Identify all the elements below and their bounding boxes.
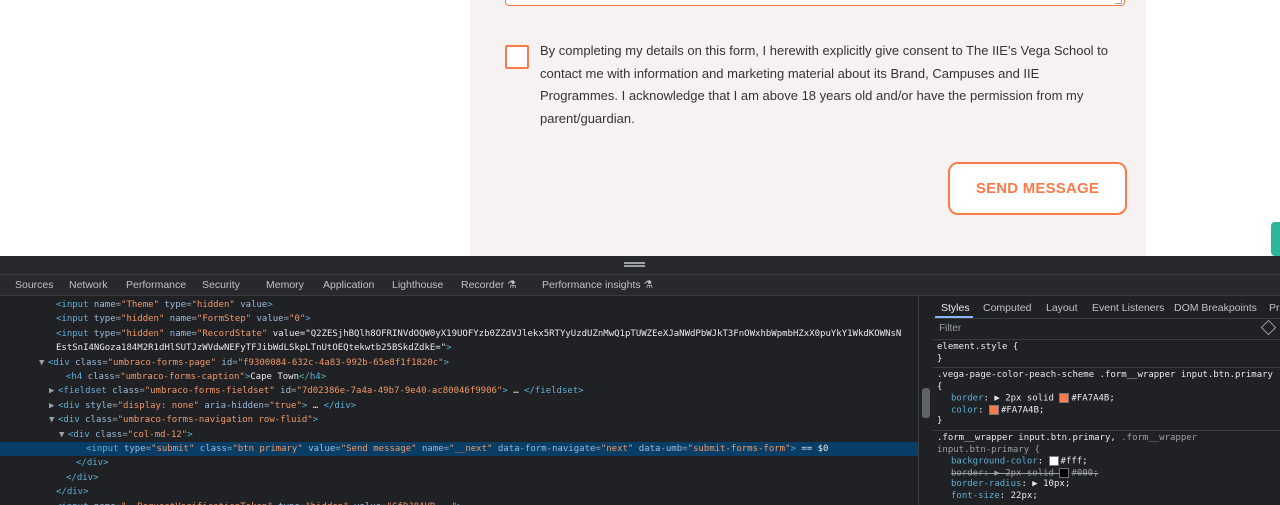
tab-security[interactable]: Security bbox=[202, 279, 240, 291]
elements-tree: <input name="Theme" type="hidden" value>… bbox=[0, 296, 918, 505]
drag-handle-icon[interactable] bbox=[624, 262, 645, 267]
message-textarea[interactable] bbox=[505, 0, 1125, 6]
tab-recorder[interactable]: Recorder ⚗ bbox=[461, 279, 517, 291]
dom-node-selected[interactable]: <input type="submit" class="btn primary"… bbox=[0, 442, 918, 457]
tab-properties[interactable]: Pro bbox=[1269, 302, 1280, 314]
dom-node[interactable]: ▼ <div class="umbraco-forms-navigation ro… bbox=[0, 413, 918, 427]
tab-sources[interactable]: Sources bbox=[15, 279, 54, 291]
rule-close: } bbox=[937, 416, 943, 426]
dom-node[interactable]: </div> bbox=[0, 456, 918, 470]
dom-node[interactable]: </div> bbox=[0, 471, 918, 485]
dom-node[interactable]: <input type="hidden" name="FormStep" val… bbox=[0, 312, 918, 326]
tab-performance-insights[interactable]: Performance insights ⚗ bbox=[542, 279, 653, 291]
styles-filter[interactable]: Filter bbox=[933, 319, 1280, 340]
color-swatch-icon[interactable] bbox=[1059, 467, 1070, 478]
side-feedback-tab[interactable] bbox=[1271, 222, 1280, 256]
rule2-radius-value: 10px bbox=[1043, 479, 1065, 489]
flask-icon: ⚗ bbox=[507, 279, 517, 291]
dom-node[interactable]: ▶ <fieldset class="umbraco-forms-fieldset… bbox=[0, 384, 918, 398]
tab-styles[interactable]: Styles bbox=[941, 302, 970, 314]
dom-node[interactable]: <input name="Theme" type="hidden" value> bbox=[0, 298, 918, 312]
rule2-bg-value: #fff bbox=[1060, 456, 1083, 467]
dom-node[interactable]: <input name="__RequestVerificationToken"… bbox=[0, 500, 918, 505]
color-swatch-icon[interactable] bbox=[988, 404, 999, 415]
styles-pane: Styles Computed Layout Event Listeners D… bbox=[933, 296, 1280, 505]
rule2-border-value: 2px solid bbox=[1005, 468, 1054, 478]
tab-performance[interactable]: Performance bbox=[126, 279, 186, 291]
expand-triangle-icon[interactable]: ▶ bbox=[49, 399, 58, 413]
tab-computed[interactable]: Computed bbox=[983, 302, 1031, 314]
scroll-thumb[interactable] bbox=[922, 388, 930, 418]
rule1-border[interactable]: border: ▶ 2px solid #FA7A4B; bbox=[951, 393, 1115, 405]
send-message-button[interactable]: SEND MESSAGE bbox=[948, 162, 1127, 215]
rule-divider bbox=[933, 367, 1280, 368]
dom-node[interactable]: ▶ <div style="display: none" aria-hidden=… bbox=[0, 399, 918, 413]
tab-dom-breakpoints[interactable]: DOM Breakpoints bbox=[1174, 302, 1257, 314]
rule-divider bbox=[933, 430, 1280, 431]
rule2-border-overridden[interactable]: border: ▶ 2px solid #000; bbox=[951, 467, 1099, 480]
dom-node[interactable]: <input type="hidden" name="RecordState" … bbox=[0, 327, 918, 341]
tab-event-listeners[interactable]: Event Listeners bbox=[1092, 302, 1164, 314]
expand-triangle-icon[interactable]: ▼ bbox=[59, 428, 68, 442]
rule2-selector-c: input.btn-primary { bbox=[937, 444, 1040, 455]
rule2-selector-a: .form__wrapper input.btn.primary, bbox=[937, 433, 1116, 443]
rule1-border-value: 2px solid bbox=[1005, 393, 1054, 404]
consent-checkbox[interactable] bbox=[505, 45, 529, 69]
filter-input[interactable]: Filter bbox=[939, 323, 961, 334]
dom-node[interactable]: </div> bbox=[0, 485, 918, 499]
rule2-radius[interactable]: border-radius: ▶ 10px; bbox=[951, 479, 1070, 491]
tab-layout[interactable]: Layout bbox=[1046, 302, 1078, 314]
resize-grip-icon[interactable] bbox=[1115, 0, 1122, 4]
color-swatch-icon[interactable] bbox=[1048, 456, 1059, 466]
rule2-selector[interactable]: .form__wrapper input.btn.primary, .form_… bbox=[937, 433, 1197, 445]
dom-node[interactable]: ▼ <div class="umbraco-forms-page" id="f93… bbox=[0, 356, 918, 370]
rule1-color-value: #FA7A4B bbox=[1000, 405, 1039, 415]
active-tab-indicator bbox=[935, 316, 973, 318]
rule2-border-color: #000 bbox=[1071, 468, 1094, 478]
elements-scrollbar[interactable] bbox=[918, 296, 933, 505]
tab-lighthouse[interactable]: Lighthouse bbox=[392, 279, 443, 291]
rule1-color[interactable]: color: #FA7A4B; bbox=[951, 404, 1044, 417]
rule1-border-color: #FA7A4B bbox=[1071, 393, 1110, 404]
tab-recorder-label: Recorder bbox=[461, 279, 505, 291]
devtools-resize-bar[interactable] bbox=[0, 256, 1280, 275]
styles-tabbar: Styles Computed Layout Event Listeners D… bbox=[933, 296, 1280, 319]
rule2-selector-b: .form__wrapper bbox=[1121, 433, 1198, 443]
devtools-tabbar: Sources Network Performance Security Mem… bbox=[0, 275, 1280, 296]
element-style-selector: element.style { bbox=[937, 342, 1019, 352]
rule1-selector[interactable]: .vega-page-color-peach-scheme .form__wra… bbox=[937, 370, 1273, 382]
web-page: By completing my details on this form, I… bbox=[0, 0, 1280, 256]
rule2-bg[interactable]: background-color: #fff; bbox=[951, 456, 1088, 468]
tab-performance-insights-label: Performance insights bbox=[542, 279, 641, 291]
expand-triangle-icon[interactable]: ▶ bbox=[49, 384, 58, 398]
devtools-panel: Sources Network Performance Security Mem… bbox=[0, 256, 1280, 505]
flask-icon: ⚗ bbox=[643, 279, 653, 291]
consent-label: By completing my details on this form, I… bbox=[540, 43, 1109, 126]
dom-node[interactable]: ▼ <div class="col-md-12"> bbox=[0, 428, 918, 442]
rule-close: } bbox=[937, 353, 943, 364]
dom-node[interactable]: EstSnI4NGoza184M2R1dHlSUTJzWVdwNEFyTFJib… bbox=[0, 341, 918, 355]
rule2-font-size[interactable]: font-size: 22px; bbox=[951, 491, 1038, 503]
rule-open: { bbox=[937, 381, 943, 392]
rule2-font-size-value: 22px bbox=[1010, 490, 1033, 501]
filter-settings-icon[interactable] bbox=[1260, 319, 1277, 336]
expand-triangle-icon[interactable]: ▼ bbox=[49, 413, 58, 427]
color-swatch-icon[interactable] bbox=[1059, 393, 1070, 403]
dom-node[interactable]: <h4 class="umbraco-forms-caption">Cape T… bbox=[0, 370, 918, 384]
tab-application[interactable]: Application bbox=[323, 279, 374, 291]
expand-triangle-icon[interactable]: ▼ bbox=[39, 356, 48, 370]
tab-network[interactable]: Network bbox=[69, 279, 108, 291]
tab-memory[interactable]: Memory bbox=[266, 279, 304, 291]
